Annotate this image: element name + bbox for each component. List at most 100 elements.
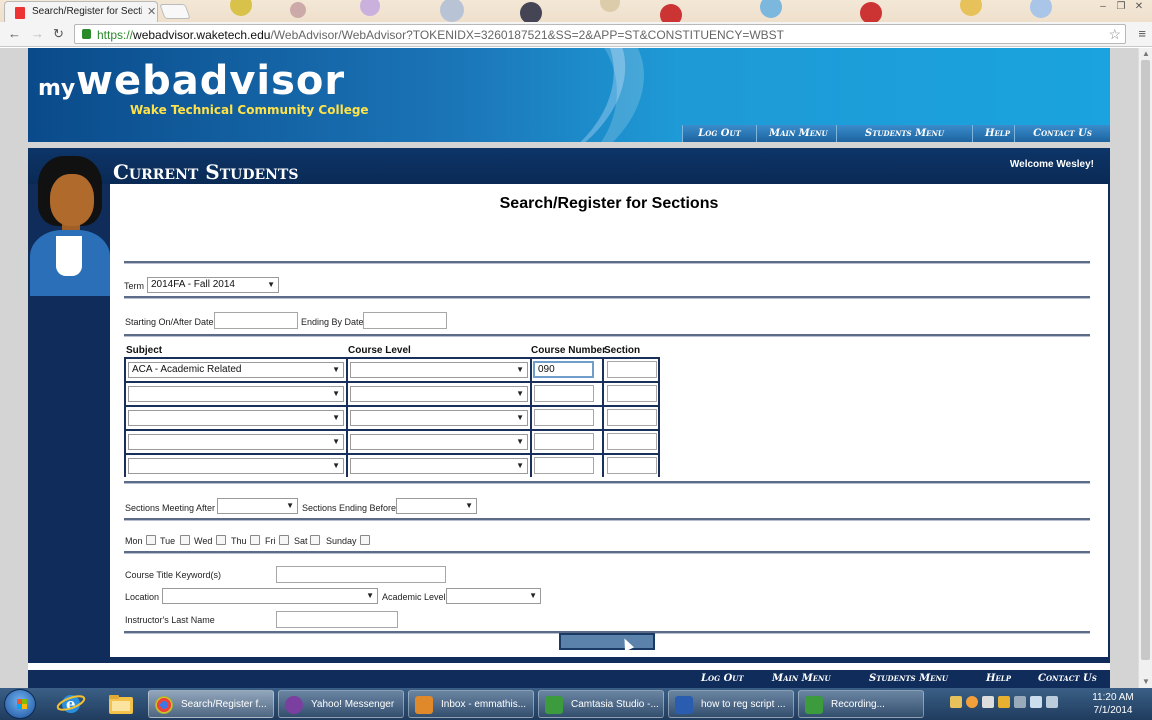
divider xyxy=(124,261,1090,264)
level-select-4[interactable]: ▼ xyxy=(350,434,528,450)
divider xyxy=(124,551,1090,554)
nav-students-menu[interactable]: Students Menu xyxy=(836,125,972,142)
section-input-5[interactable] xyxy=(607,457,657,474)
restore-icon[interactable]: ❐ xyxy=(1114,1,1128,13)
dropdown-arrow-icon: ▼ xyxy=(516,365,524,374)
nav-main-menu[interactable]: Main Menu xyxy=(756,125,836,142)
section-input-4[interactable] xyxy=(607,433,657,450)
start-date-input[interactable] xyxy=(214,312,298,329)
day-wed-checkbox[interactable] xyxy=(216,535,226,545)
tray-icon[interactable] xyxy=(998,696,1010,708)
taskbar-item-recording[interactable]: Recording... xyxy=(798,690,924,718)
end-date-input[interactable] xyxy=(363,312,447,329)
subject-select-5[interactable]: ▼ xyxy=(128,458,344,474)
browser-menu-icon[interactable]: ≡ xyxy=(1138,26,1146,41)
day-thu-checkbox[interactable] xyxy=(250,535,260,545)
course-number-input-1[interactable]: 090 xyxy=(533,361,594,378)
nav-help[interactable]: Help xyxy=(972,125,1014,142)
logo-webadvisor[interactable]: webadvisor xyxy=(76,58,345,104)
dropdown-arrow-icon: ▼ xyxy=(516,413,524,422)
ending-before-select[interactable]: ▼ xyxy=(396,498,477,514)
meeting-after-select[interactable]: ▼ xyxy=(217,498,298,514)
logo-my: my xyxy=(38,76,76,101)
dropdown-arrow-icon: ▼ xyxy=(332,437,340,446)
course-number-input-2[interactable] xyxy=(534,385,594,402)
day-mon-checkbox[interactable] xyxy=(146,535,156,545)
back-icon[interactable]: ← xyxy=(8,26,21,41)
bookmark-star-icon[interactable]: ☆ xyxy=(1108,26,1121,43)
day-tue-checkbox[interactable] xyxy=(180,535,190,545)
forward-icon[interactable]: → xyxy=(31,26,44,41)
footer-main-menu[interactable]: Main Menu xyxy=(772,673,831,684)
subject-select-2[interactable]: ▼ xyxy=(128,386,344,402)
nav-contact-us[interactable]: Contact Us xyxy=(1014,125,1110,142)
tray-icon[interactable] xyxy=(1014,696,1026,708)
camtasia-recorder-icon xyxy=(805,696,823,714)
dropdown-arrow-icon: ▼ xyxy=(516,461,524,470)
taskbar-item-yahoo-messenger[interactable]: Yahoo! Messenger xyxy=(278,690,404,718)
minimize-icon[interactable]: – xyxy=(1096,1,1110,13)
level-select-3[interactable]: ▼ xyxy=(350,410,528,426)
taskbar-item-outlook[interactable]: Inbox - emmathis... xyxy=(408,690,534,718)
instructor-input[interactable] xyxy=(276,611,398,628)
subject-select-4[interactable]: ▼ xyxy=(128,434,344,450)
student-avatar xyxy=(28,156,110,300)
yahoo-messenger-icon xyxy=(285,696,303,714)
footer-log-out[interactable]: Log Out xyxy=(701,673,744,684)
course-number-input-4[interactable] xyxy=(534,433,594,450)
tab-close-icon[interactable]: ✕ xyxy=(147,5,156,18)
new-tab-button[interactable] xyxy=(159,4,191,19)
scroll-thumb[interactable] xyxy=(1141,60,1150,660)
start-button[interactable] xyxy=(4,689,36,719)
tray-icon[interactable] xyxy=(966,696,978,708)
section-input-2[interactable] xyxy=(607,385,657,402)
dropdown-arrow-icon: ▼ xyxy=(332,413,340,422)
windows-logo-icon xyxy=(17,699,27,709)
section-input-3[interactable] xyxy=(607,409,657,426)
col-course-number: Course Number xyxy=(531,345,607,356)
keyword-input[interactable] xyxy=(276,566,446,583)
volume-icon[interactable] xyxy=(1046,696,1058,708)
footer-contact-us[interactable]: Contact Us xyxy=(1038,673,1097,684)
day-sat-checkbox[interactable] xyxy=(310,535,320,545)
system-clock[interactable]: 11:20 AM 7/1/2014 xyxy=(1083,691,1143,717)
divider xyxy=(124,296,1090,299)
level-select-2[interactable]: ▼ xyxy=(350,386,528,402)
course-number-input-3[interactable] xyxy=(534,409,594,426)
section-input-1[interactable] xyxy=(607,361,657,378)
submit-button[interactable] xyxy=(559,633,655,650)
logo-college-name: Wake Technical Community College xyxy=(130,103,369,117)
page-favicon-icon xyxy=(15,7,25,19)
taskbar-item-word[interactable]: how to reg script ... xyxy=(668,690,794,718)
taskbar-item-camtasia[interactable]: Camtasia Studio -... xyxy=(538,690,664,718)
nav-log-out[interactable]: Log Out xyxy=(682,125,756,142)
level-select-5[interactable]: ▼ xyxy=(350,458,528,474)
day-sunday-checkbox[interactable] xyxy=(360,535,370,545)
network-icon[interactable] xyxy=(1030,696,1042,708)
footer-students-menu[interactable]: Students Menu xyxy=(869,673,948,684)
day-fri-checkbox[interactable] xyxy=(279,535,289,545)
page-scrollbar[interactable]: ▲ ▼ xyxy=(1138,48,1152,688)
footer-help[interactable]: Help xyxy=(986,673,1011,684)
course-number-input-5[interactable] xyxy=(534,457,594,474)
term-select[interactable]: 2014FA - Fall 2014 ▼ xyxy=(147,277,279,293)
dropdown-arrow-icon: ▼ xyxy=(529,591,537,600)
subject-select-1[interactable]: ACA - Academic Related ▼ xyxy=(128,362,344,378)
taskbar-item-chrome[interactable]: Search/Register f... xyxy=(148,690,274,718)
academic-level-select[interactable]: ▼ xyxy=(446,588,541,604)
course-grid: ACA - Academic Related ▼ ▼ 090 ▼ ▼ ▼ ▼ ▼ … xyxy=(124,357,660,477)
tray-icon[interactable] xyxy=(982,696,994,708)
browser-tab[interactable]: Search/Register for Sectio ✕ xyxy=(4,1,158,22)
reload-icon[interactable]: ↻ xyxy=(53,26,64,42)
internet-explorer-icon[interactable]: e xyxy=(54,691,88,717)
subject-select-3[interactable]: ▼ xyxy=(128,410,344,426)
scroll-up-icon[interactable]: ▲ xyxy=(1142,49,1150,58)
level-select-1[interactable]: ▼ xyxy=(350,362,528,378)
url-text: https://webadvisor.waketech.edu/WebAdvis… xyxy=(97,28,785,42)
tray-icon[interactable] xyxy=(950,696,962,708)
location-select[interactable]: ▼ xyxy=(162,588,378,604)
scroll-down-icon[interactable]: ▼ xyxy=(1142,677,1150,686)
address-bar[interactable]: https://webadvisor.waketech.edu/WebAdvis… xyxy=(74,24,1126,44)
close-window-icon[interactable]: ✕ xyxy=(1132,1,1146,13)
file-explorer-icon[interactable] xyxy=(104,691,138,717)
